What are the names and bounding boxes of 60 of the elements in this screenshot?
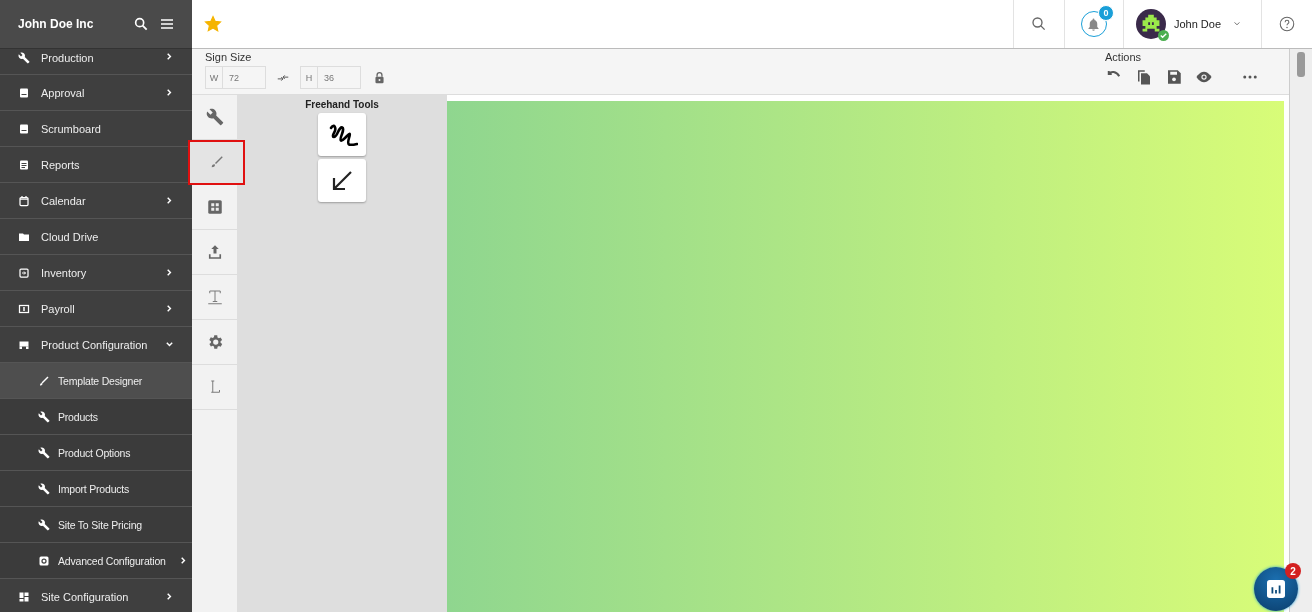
bar-chart-icon [1267, 580, 1285, 598]
sidebar-item[interactable]: Production [0, 49, 192, 75]
tool-tab[interactable] [188, 140, 245, 185]
star-icon[interactable] [204, 15, 222, 33]
lock-icon[interactable] [373, 71, 386, 84]
avatar-icon [1135, 9, 1166, 39]
wrench-icon [38, 482, 50, 495]
chevron-right-icon [165, 88, 174, 97]
brush-icon [38, 374, 50, 387]
search-icon[interactable] [133, 16, 149, 32]
chevron-right-icon [179, 556, 188, 565]
chevron-right-icon [165, 304, 174, 313]
payroll-icon [18, 302, 30, 315]
chevron-right-icon [165, 592, 174, 601]
reports-count: 2 [1285, 563, 1301, 579]
height-field[interactable]: H 36 [300, 66, 361, 89]
scrollbar[interactable] [1289, 49, 1312, 612]
chevron-right-icon [165, 196, 174, 205]
search-icon[interactable] [1029, 15, 1048, 33]
wrench-icon [38, 446, 50, 459]
panel-title: Freehand Tools [305, 99, 379, 110]
wrench-icon [18, 52, 30, 64]
calendar-icon [18, 194, 30, 207]
help-icon[interactable] [1278, 15, 1296, 33]
sidebar-item[interactable]: Calendar [0, 183, 192, 219]
sidebar-subitem[interactable]: Template Designer [0, 363, 192, 399]
sidebar-item[interactable]: Payroll [0, 291, 192, 327]
document-icon [18, 86, 30, 99]
chevron-right-icon [165, 268, 174, 277]
layout-icon [18, 590, 30, 603]
sidebar-item[interactable]: Scrumboard [0, 111, 192, 147]
width-field[interactable]: W 72 [205, 66, 266, 89]
wrench-icon [38, 518, 50, 531]
document-icon [18, 122, 30, 135]
chevron-right-icon [165, 52, 174, 61]
wrench-icon [38, 410, 50, 423]
copy-icon[interactable] [1135, 68, 1153, 86]
inventory-icon [18, 266, 30, 279]
notification-count: 0 [1097, 5, 1114, 21]
sign-size-label: Sign Size [205, 51, 253, 63]
freehand-draw-button[interactable] [318, 113, 366, 156]
chevron-down-icon [165, 340, 174, 349]
sidebar-item[interactable]: Cloud Drive [0, 219, 192, 255]
sidebar-item[interactable]: Product Configuration [0, 327, 192, 363]
menu-icon[interactable] [159, 16, 175, 32]
actions-label: Actions [1105, 51, 1143, 63]
settings-icon [38, 554, 50, 567]
arrow-tool-button[interactable] [318, 159, 366, 202]
chevron-down-icon [1233, 20, 1241, 28]
text-icon [205, 288, 224, 306]
wrench-icon [205, 108, 224, 126]
sidebar-item[interactable]: Site Configuration [0, 579, 192, 612]
bell-icon [1086, 16, 1102, 32]
grid-icon [205, 198, 224, 216]
save-icon[interactable] [1165, 68, 1183, 86]
company-name: John Doe Inc [18, 17, 95, 31]
sidebar-item[interactable]: Approval [0, 75, 192, 111]
report-icon [18, 158, 30, 171]
sidebar-item[interactable]: Inventory [0, 255, 192, 291]
user-menu[interactable]: John Doe [1122, 0, 1261, 48]
